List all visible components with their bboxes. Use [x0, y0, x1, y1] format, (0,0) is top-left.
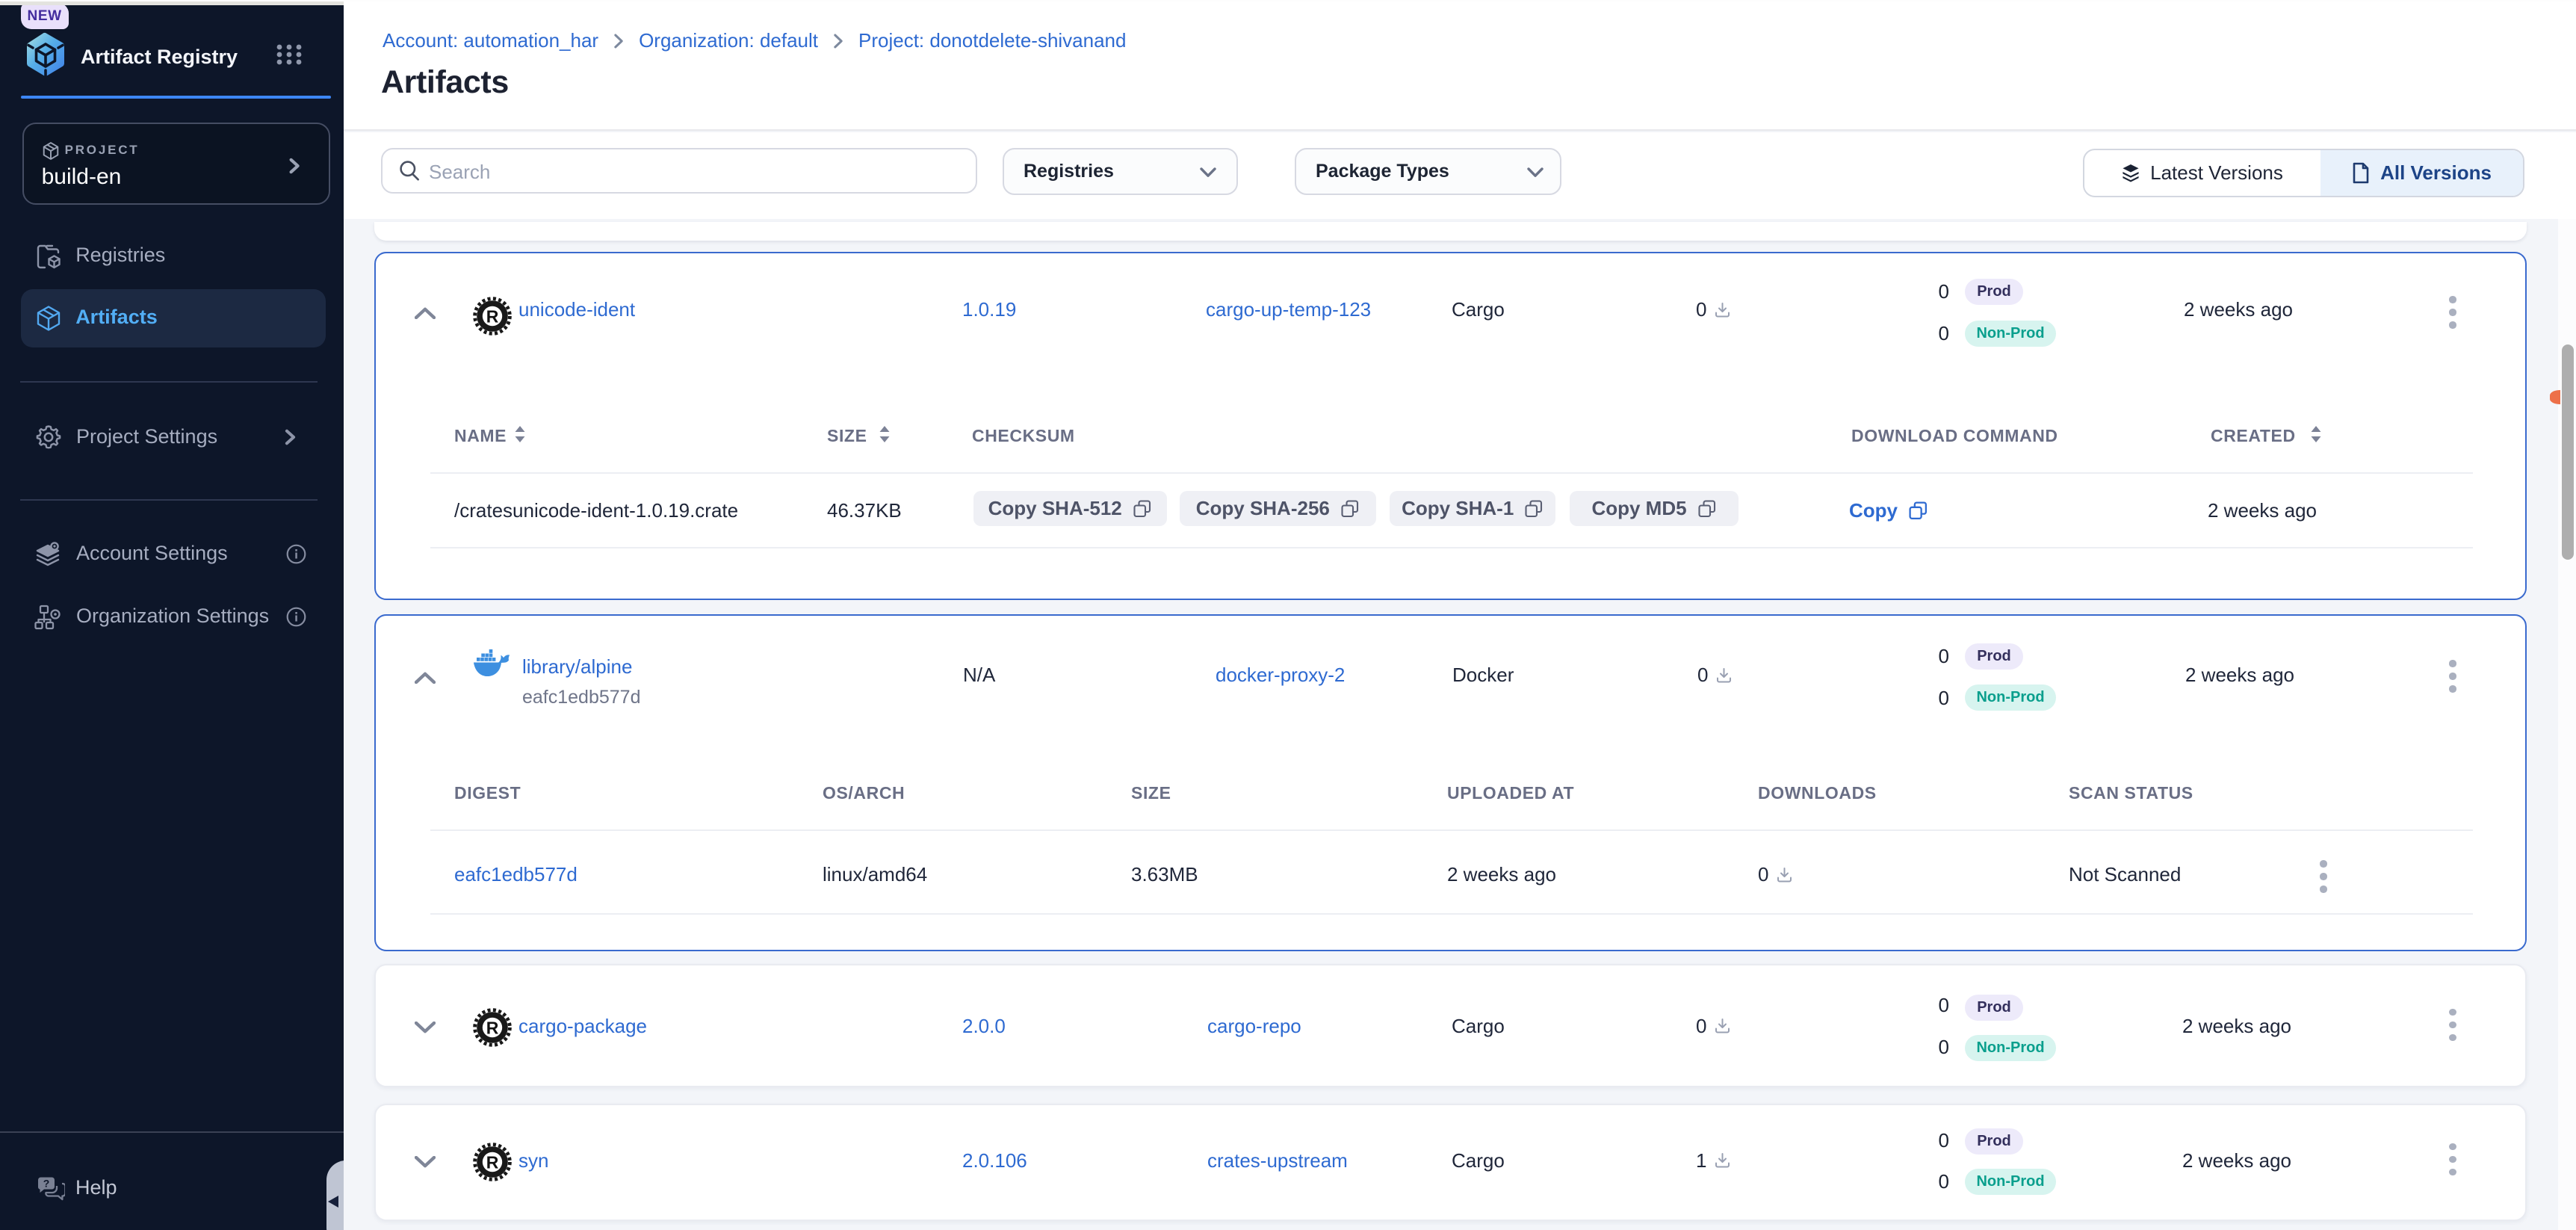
- svg-text:R: R: [486, 1018, 499, 1037]
- svg-text:R: R: [486, 1152, 499, 1172]
- svg-text:?: ?: [43, 1178, 50, 1190]
- svg-text:R: R: [486, 306, 499, 326]
